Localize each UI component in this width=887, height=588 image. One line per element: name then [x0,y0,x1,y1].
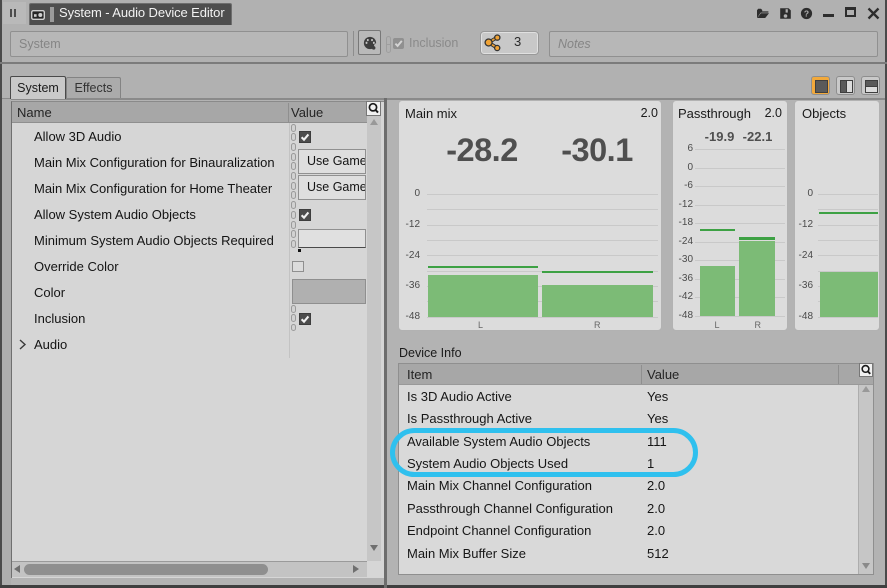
svg-text:?: ? [804,8,809,18]
